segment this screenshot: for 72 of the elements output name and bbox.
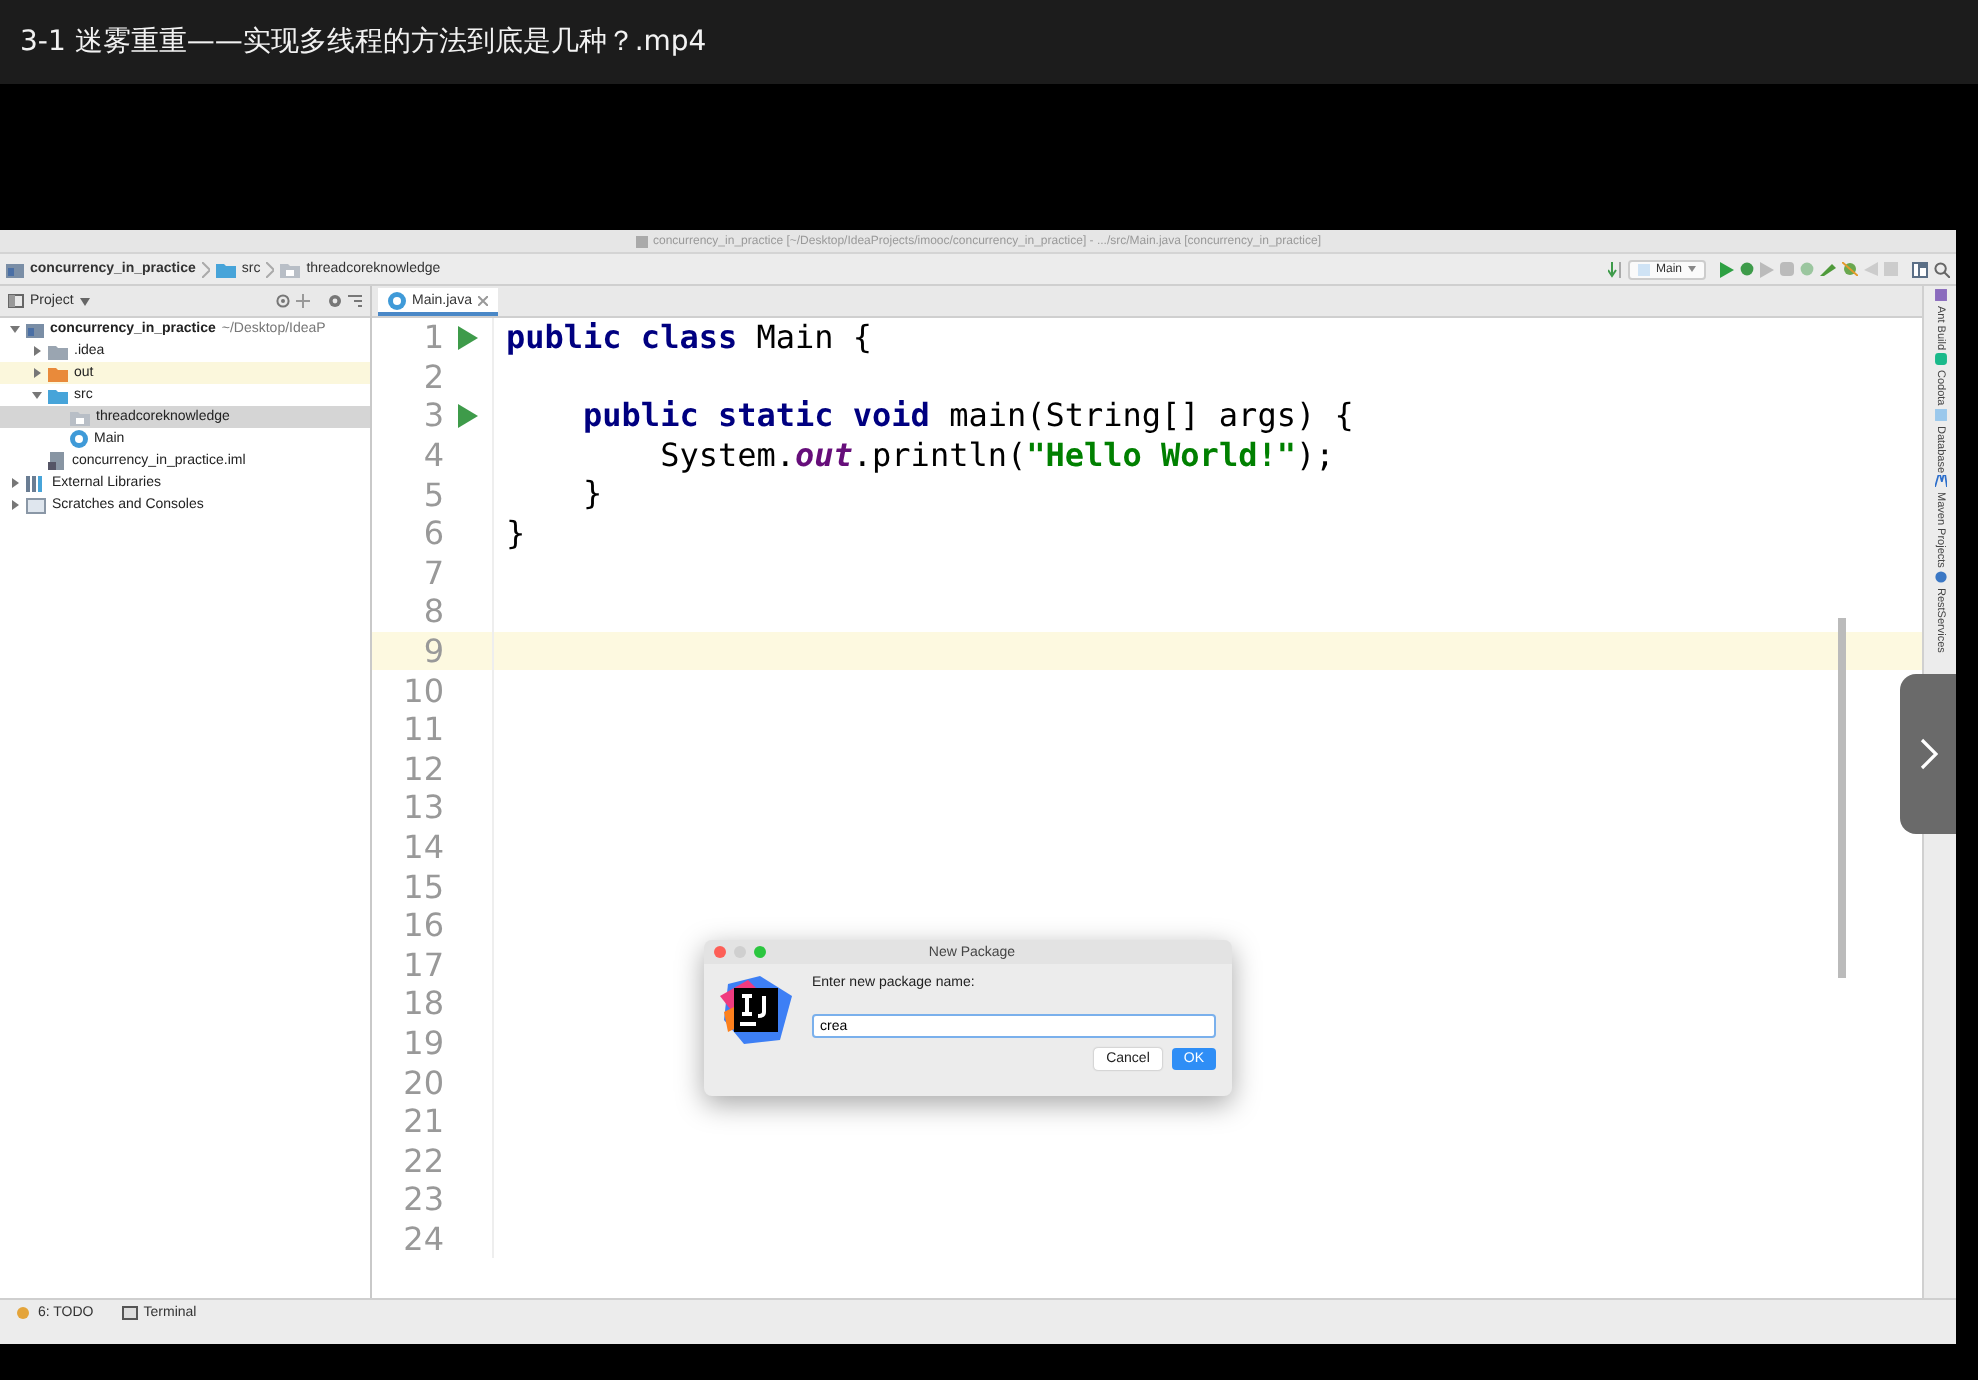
line-number: 14 bbox=[401, 828, 444, 867]
line-number: 12 bbox=[401, 749, 444, 788]
line-number: 19 bbox=[401, 1023, 444, 1062]
package-icon bbox=[280, 261, 301, 277]
line-number: 11 bbox=[401, 710, 444, 749]
line-number: 16 bbox=[401, 906, 444, 945]
build-icon bbox=[1607, 261, 1622, 277]
line-number: 24 bbox=[401, 1219, 444, 1258]
rest-icon bbox=[1934, 571, 1946, 584]
caret-icon bbox=[79, 297, 90, 305]
module-icon bbox=[26, 321, 44, 337]
run-icon bbox=[1720, 261, 1734, 277]
code-line: public static void main(String[] args) { bbox=[581, 396, 1354, 436]
line-number: 4 bbox=[421, 436, 444, 475]
line-number: 7 bbox=[421, 553, 444, 592]
folder-icon bbox=[215, 261, 236, 277]
line-number: 13 bbox=[401, 788, 444, 827]
package-icon bbox=[70, 409, 90, 425]
caret-icon bbox=[1688, 266, 1696, 272]
checklist-icon bbox=[16, 1306, 32, 1320]
line-number: 15 bbox=[401, 867, 444, 906]
search-icon bbox=[1934, 261, 1950, 277]
run-icon bbox=[1760, 261, 1774, 277]
console-icon bbox=[26, 497, 46, 513]
target-icon bbox=[276, 294, 290, 308]
chevron-right-icon bbox=[1919, 738, 1937, 770]
code-line: public class Main { bbox=[506, 318, 873, 358]
code-line: } bbox=[581, 474, 603, 514]
line-number: 23 bbox=[401, 1180, 444, 1219]
line-number: 9 bbox=[421, 632, 444, 671]
collapse-icon bbox=[296, 294, 310, 308]
line-number: 20 bbox=[401, 1063, 444, 1102]
library-icon bbox=[26, 475, 46, 491]
video-title: 3-1 迷雾重重——实现多线程的方法到底是几种？.mp4 bbox=[20, 24, 707, 60]
settings-icon bbox=[328, 294, 342, 308]
line-number: 8 bbox=[421, 592, 444, 631]
hide-icon bbox=[348, 294, 362, 308]
ant-icon bbox=[1934, 289, 1946, 301]
debug-icon bbox=[1740, 262, 1754, 276]
line-number: 5 bbox=[421, 475, 444, 514]
line-number: 2 bbox=[421, 357, 444, 396]
file-icon bbox=[48, 452, 66, 470]
line-number: 17 bbox=[401, 945, 444, 984]
line-number: 6 bbox=[421, 514, 444, 553]
code-line: System.out.println("Hello World!"); bbox=[658, 435, 1335, 475]
chevron-icon bbox=[266, 261, 275, 277]
line-number: 1 bbox=[421, 318, 444, 357]
terminal-icon bbox=[121, 1306, 138, 1320]
line-number: 18 bbox=[401, 984, 444, 1023]
profile-icon bbox=[1800, 262, 1814, 276]
stop-icon bbox=[1884, 262, 1898, 276]
structure-icon bbox=[1912, 261, 1928, 277]
codota-icon bbox=[1934, 353, 1946, 365]
scrollbar[interactable] bbox=[1838, 618, 1846, 978]
next-button[interactable] bbox=[1900, 674, 1956, 834]
maven-icon bbox=[1934, 475, 1946, 488]
project-icon bbox=[635, 235, 647, 247]
app-logo-icon bbox=[720, 976, 792, 1044]
line-number: 22 bbox=[401, 1141, 444, 1180]
module-icon bbox=[6, 261, 24, 277]
database-icon bbox=[1934, 408, 1946, 421]
close-icon bbox=[477, 295, 488, 305]
panel-icon bbox=[8, 294, 24, 308]
zoom-button[interactable] bbox=[754, 946, 766, 958]
close-button[interactable] bbox=[714, 946, 726, 958]
line-number: 3 bbox=[421, 396, 444, 435]
line-number: 21 bbox=[401, 1102, 444, 1141]
back-icon bbox=[1864, 262, 1878, 276]
code-line: } bbox=[506, 513, 526, 554]
coverage-icon bbox=[1780, 262, 1794, 276]
line-number: 10 bbox=[401, 671, 444, 710]
chevron-icon bbox=[201, 261, 210, 277]
